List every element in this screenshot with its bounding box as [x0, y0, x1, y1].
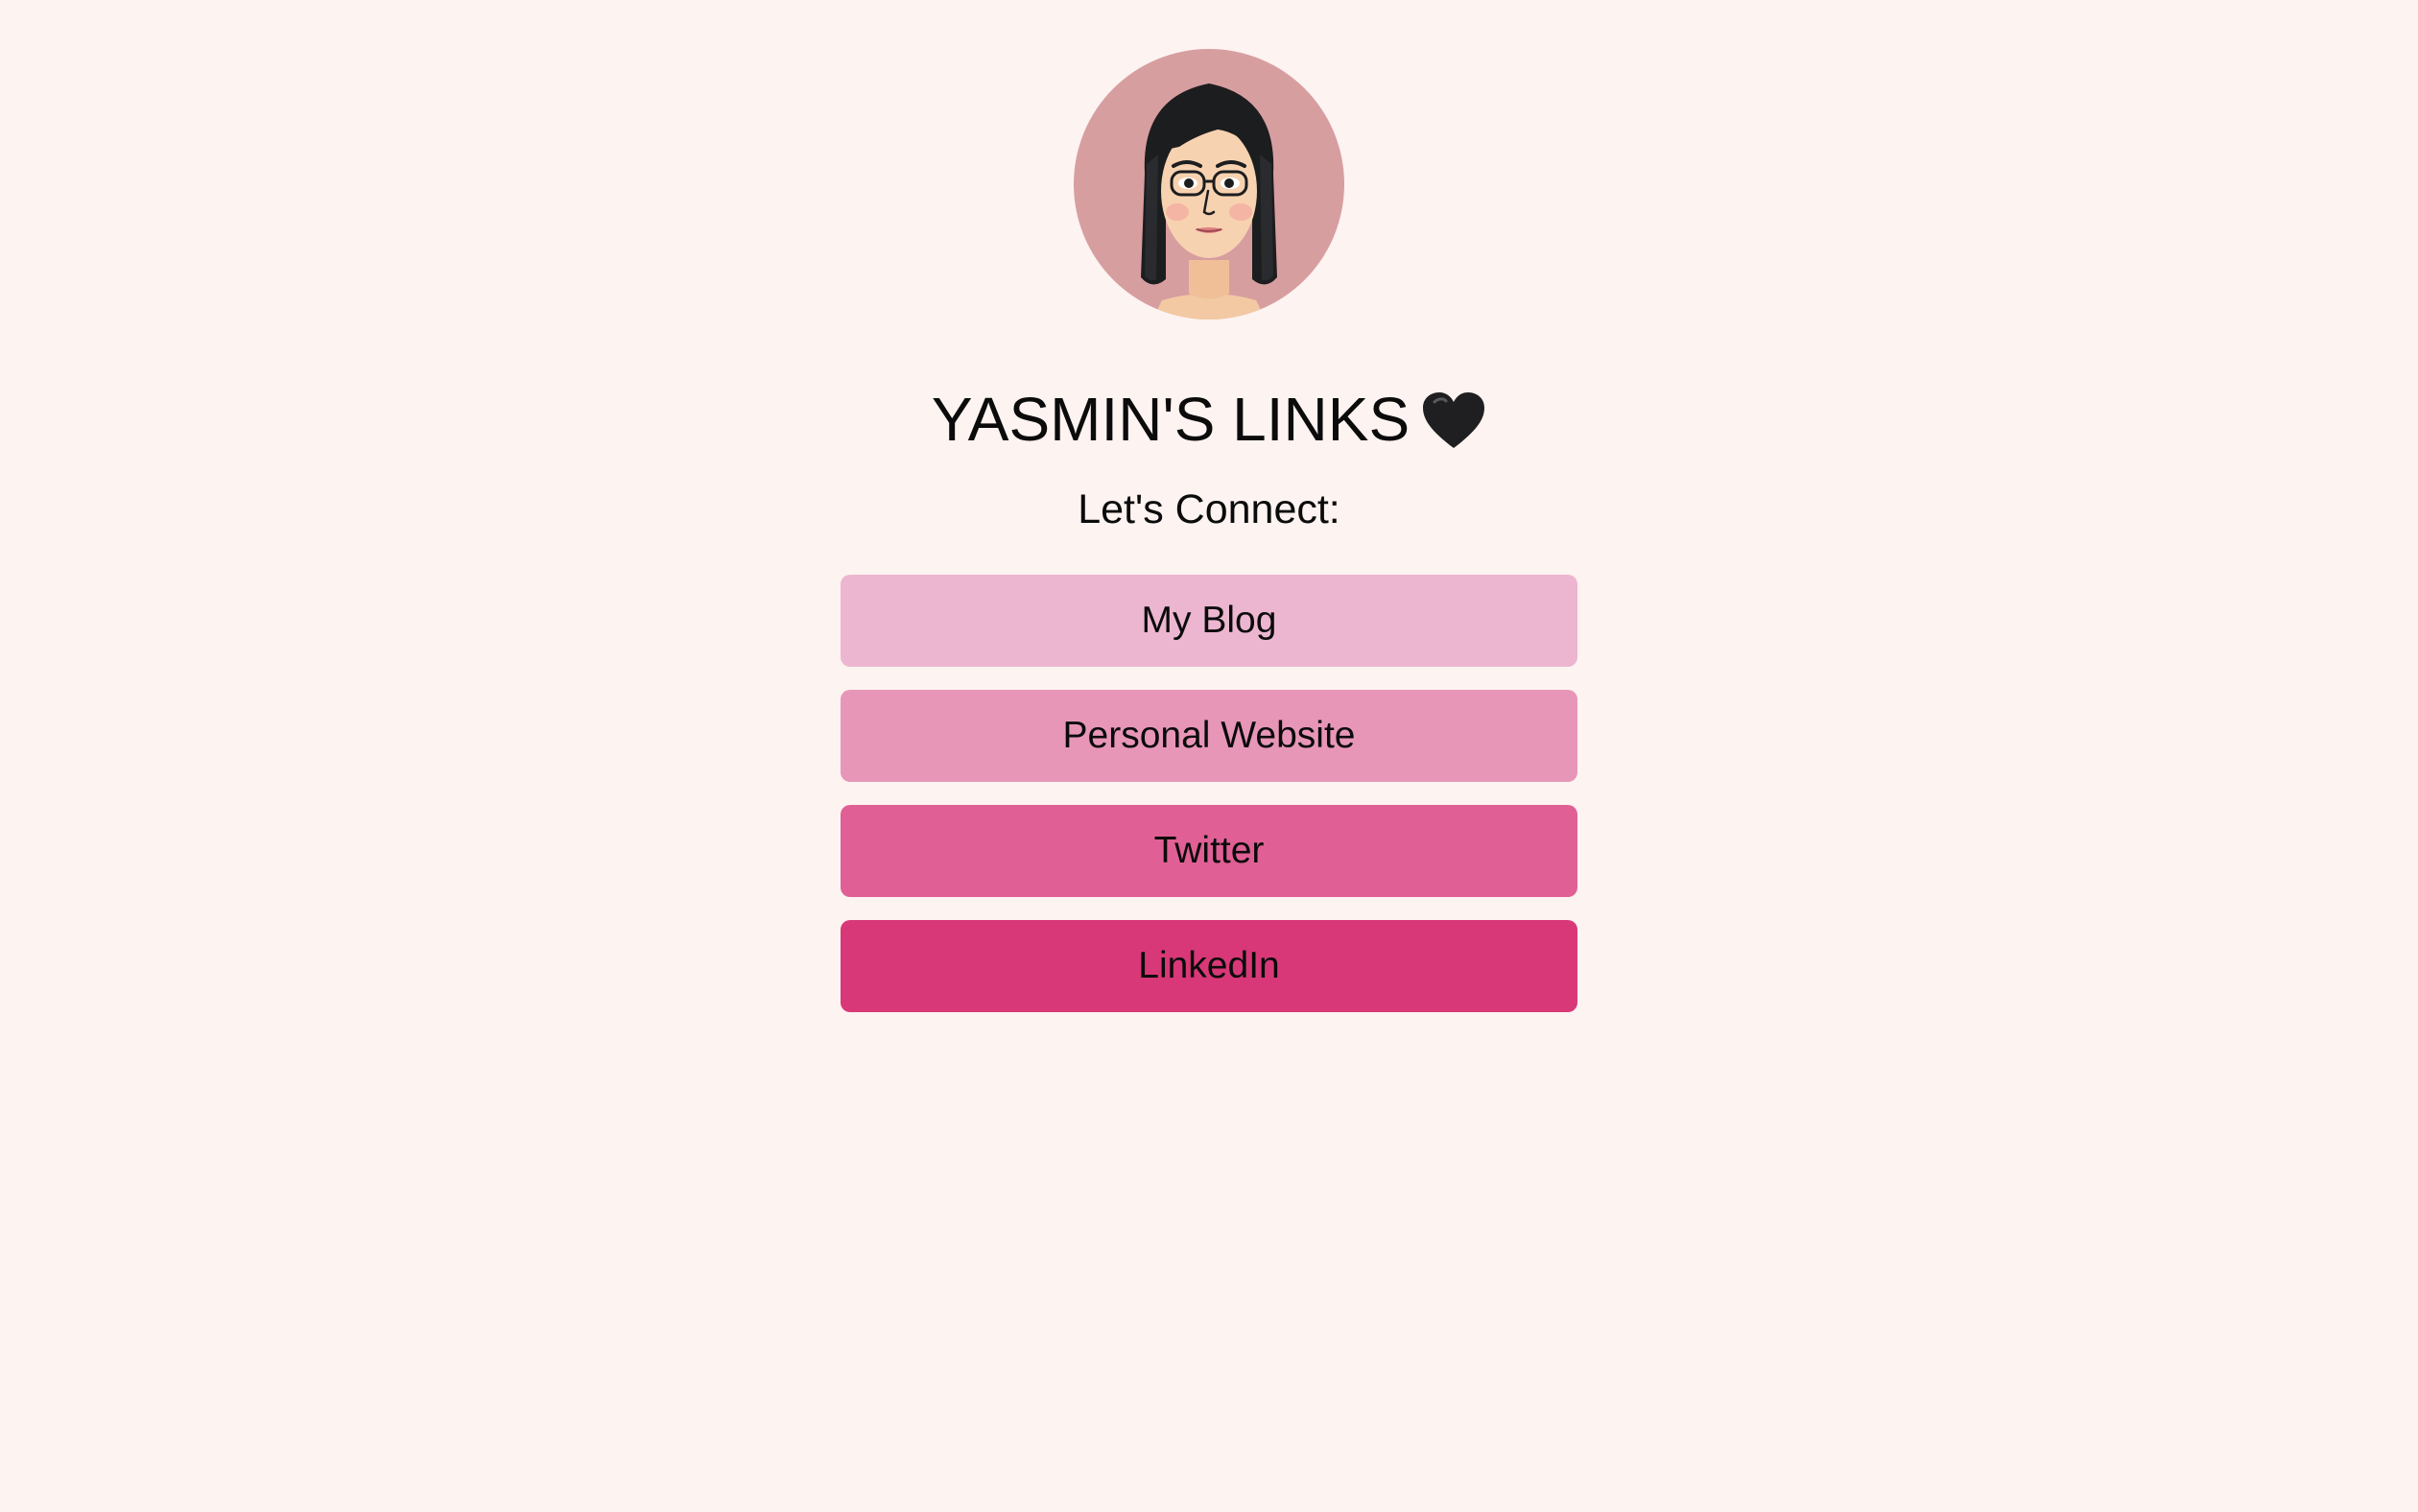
bitmoji-avatar-icon — [1141, 83, 1277, 319]
link-label: Twitter — [1153, 830, 1265, 871]
link-button-my-blog[interactable]: My Blog — [841, 575, 1577, 667]
page-title-row: YASMIN'S LINKS — [932, 383, 1486, 456]
avatar — [1074, 49, 1344, 319]
link-button-personal-website[interactable]: Personal Website — [841, 690, 1577, 782]
subtitle: Let's Connect: — [1078, 486, 1340, 532]
black-heart-icon — [1421, 390, 1486, 452]
page-title: YASMIN'S LINKS — [931, 385, 1410, 454]
link-button-twitter[interactable]: Twitter — [841, 805, 1577, 897]
links-list: My Blog Personal Website Twitter LinkedI… — [841, 575, 1577, 1035]
link-label: LinkedIn — [1138, 945, 1280, 986]
link-label: My Blog — [1141, 600, 1277, 641]
links-page: YASMIN'S LINKS Let's Connect: My Blog Pe… — [0, 0, 2418, 1512]
link-button-linkedin[interactable]: LinkedIn — [841, 920, 1577, 1012]
link-label: Personal Website — [1062, 715, 1356, 756]
